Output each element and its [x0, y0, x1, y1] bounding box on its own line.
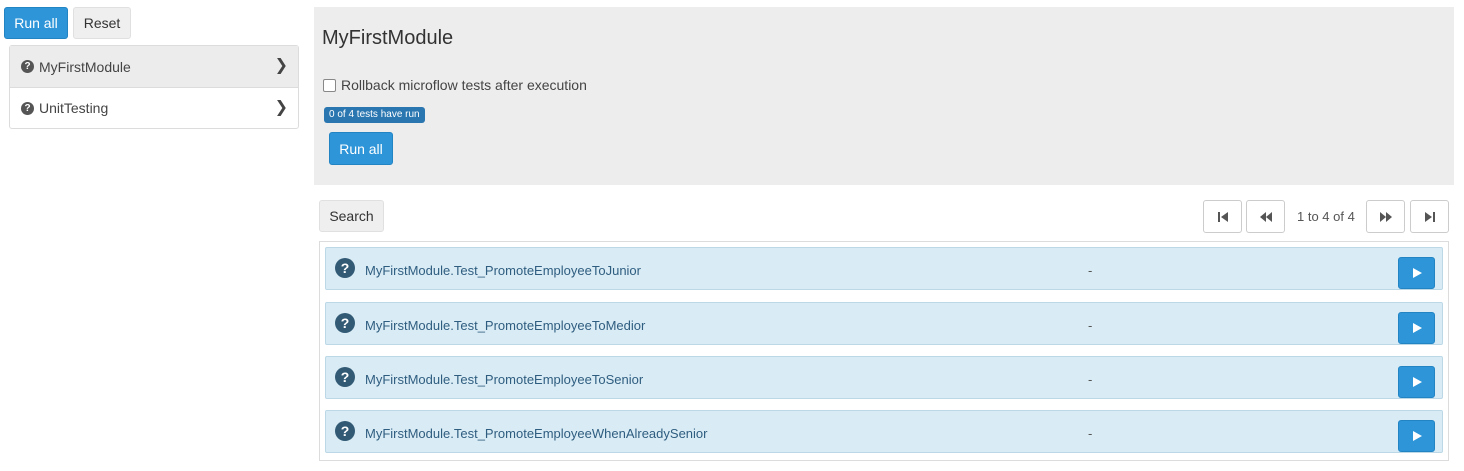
module-run-all-button[interactable]: Run all — [329, 132, 393, 165]
run-all-button[interactable]: Run all — [4, 7, 68, 39]
test-result: - — [1088, 318, 1093, 333]
next-page-icon — [1379, 211, 1392, 222]
test-result: - — [1088, 426, 1093, 441]
previous-page-icon — [1259, 211, 1272, 222]
play-icon — [1412, 323, 1422, 333]
test-row: ? MyFirstModule.Test_PromoteEmployeeToMe… — [325, 302, 1443, 345]
play-icon — [1412, 268, 1422, 278]
last-page-icon — [1424, 211, 1435, 222]
question-icon: ? — [335, 258, 355, 278]
question-icon: ? — [21, 60, 34, 73]
next-page-button[interactable] — [1366, 200, 1405, 233]
test-row: ? MyFirstModule.Test_PromoteEmployeeWhen… — [325, 410, 1443, 453]
test-list: ? MyFirstModule.Test_PromoteEmployeeToJu… — [319, 241, 1449, 461]
module-sidebar: ? MyFirstModule ❯ ? UnitTesting ❯ — [9, 45, 299, 129]
first-page-button[interactable] — [1203, 200, 1242, 233]
rollback-checkbox[interactable] — [323, 78, 336, 92]
question-icon: ? — [335, 421, 355, 441]
reset-button[interactable]: Reset — [73, 7, 131, 39]
progress-badge: 0 of 4 tests have run — [324, 107, 425, 123]
play-icon — [1412, 377, 1422, 387]
test-row: ? MyFirstModule.Test_PromoteEmployeeToJu… — [325, 247, 1443, 290]
sidebar-item-unittesting[interactable]: ? UnitTesting ❯ — [10, 87, 298, 128]
first-page-icon — [1217, 211, 1228, 222]
module-panel: MyFirstModule Rollback microflow tests a… — [314, 7, 1454, 185]
rollback-label: Rollback microflow tests after execution — [341, 77, 587, 93]
sidebar-item-label: UnitTesting — [39, 100, 109, 116]
search-button[interactable]: Search — [319, 200, 384, 232]
run-test-button[interactable] — [1398, 257, 1435, 289]
test-result: - — [1088, 263, 1093, 278]
question-icon: ? — [21, 101, 34, 115]
play-icon — [1412, 431, 1422, 441]
pager-range-text: 1 to 4 of 4 — [1297, 209, 1355, 224]
module-title: MyFirstModule — [322, 27, 454, 49]
last-page-button[interactable] — [1410, 200, 1449, 233]
question-icon: ? — [335, 367, 355, 387]
sidebar-item-myfirstmodule[interactable]: ? MyFirstModule ❯ — [10, 46, 298, 87]
run-test-button[interactable] — [1398, 420, 1435, 452]
run-test-button[interactable] — [1398, 366, 1435, 398]
run-test-button[interactable] — [1398, 312, 1435, 344]
test-name: MyFirstModule.Test_PromoteEmployeeWhenAl… — [365, 426, 708, 441]
chevron-right-icon: ❯ — [274, 57, 288, 74]
rollback-option[interactable]: Rollback microflow tests after execution — [323, 77, 587, 93]
test-name: MyFirstModule.Test_PromoteEmployeeToSeni… — [365, 372, 644, 387]
previous-page-button[interactable] — [1246, 200, 1285, 233]
test-name: MyFirstModule.Test_PromoteEmployeeToJuni… — [365, 263, 641, 278]
test-result: - — [1088, 372, 1093, 387]
question-icon: ? — [335, 313, 355, 333]
sidebar-item-label: MyFirstModule — [39, 58, 131, 75]
chevron-right-icon: ❯ — [274, 99, 288, 116]
test-row: ? MyFirstModule.Test_PromoteEmployeeToSe… — [325, 356, 1443, 399]
test-name: MyFirstModule.Test_PromoteEmployeeToMedi… — [365, 318, 646, 333]
